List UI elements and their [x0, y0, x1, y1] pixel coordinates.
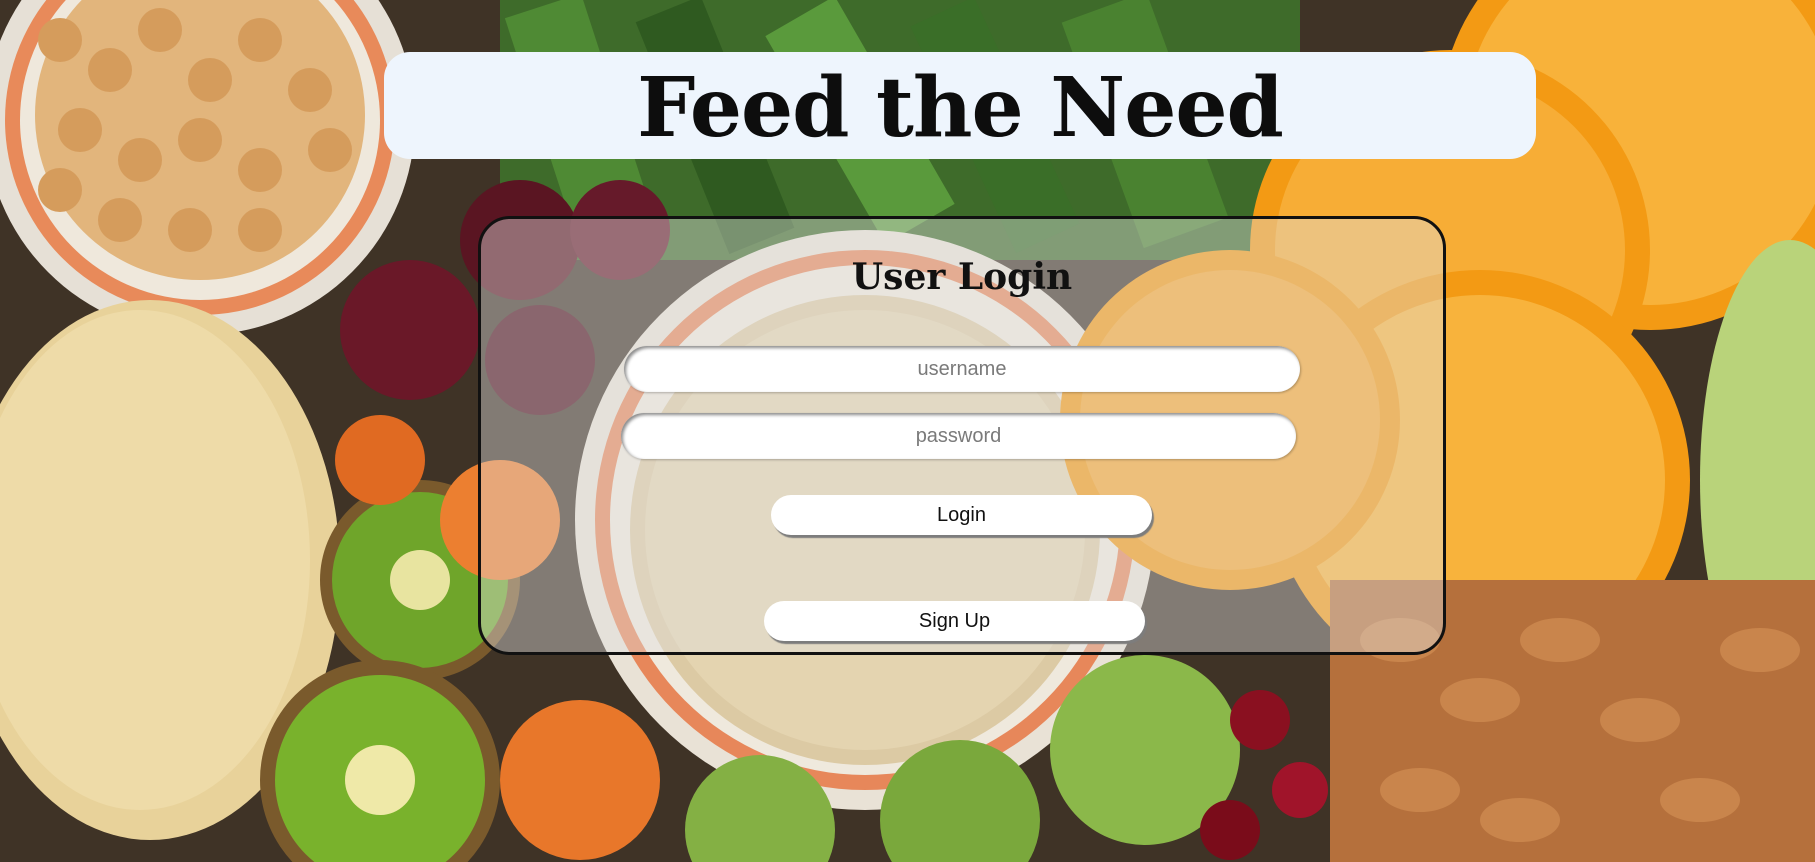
username-input[interactable]: [624, 346, 1300, 392]
login-card: User Login Login Sign Up: [478, 216, 1446, 655]
login-button[interactable]: Login: [771, 495, 1152, 535]
sign-up-button[interactable]: Sign Up: [764, 601, 1145, 641]
password-input[interactable]: [621, 413, 1296, 459]
login-heading: User Login: [851, 256, 1073, 298]
page-title: Feed the Need: [637, 59, 1284, 156]
title-banner: Feed the Need: [384, 52, 1536, 159]
